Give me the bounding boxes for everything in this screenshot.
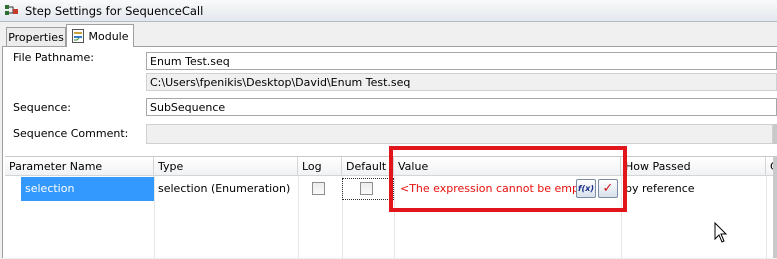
tab-label: Properties: [8, 31, 64, 44]
file-pathname-field[interactable]: Enum Test.seq: [146, 52, 777, 70]
file-full-path-field: C:\Users\fpenikis\Desktop\David\Enum Tes…: [146, 73, 777, 91]
sequence-field[interactable]: SubSequence: [146, 98, 777, 116]
title-bar: Step Settings for SequenceCall: [0, 0, 777, 22]
module-icon: [71, 29, 84, 43]
mouse-cursor-icon: [714, 222, 728, 243]
file-pathname-label: File Pathname:: [13, 51, 94, 64]
sequence-label: Sequence:: [13, 101, 71, 114]
sequence-comment-field: [146, 124, 773, 144]
column-header-default[interactable]: Default: [342, 157, 394, 176]
type-cell: selection (Enumeration): [158, 182, 291, 195]
annotation-highlight-box: [389, 146, 627, 212]
parameter-name-cell[interactable]: selection: [21, 177, 154, 201]
how-passed-cell: by reference: [625, 182, 695, 195]
column-header-parameter-name[interactable]: Parameter Name: [5, 157, 154, 176]
tab-properties[interactable]: Properties: [6, 27, 66, 47]
tab-module[interactable]: Module: [66, 24, 134, 47]
column-header-type[interactable]: Type: [154, 157, 298, 176]
default-checkbox[interactable]: [360, 182, 373, 195]
grid-scrollbar-edge[interactable]: [773, 156, 777, 258]
scrollbar-edge[interactable]: [773, 124, 777, 144]
column-header-how-passed[interactable]: How Passed: [621, 157, 766, 176]
sequence-comment-label: Sequence Comment:: [13, 127, 129, 140]
tab-label: Module: [88, 29, 129, 43]
log-checkbox[interactable]: [312, 182, 325, 195]
teststand-app-icon: [4, 4, 20, 18]
window-title: Step Settings for SequenceCall: [25, 3, 204, 18]
column-header-log[interactable]: Log: [298, 157, 342, 176]
